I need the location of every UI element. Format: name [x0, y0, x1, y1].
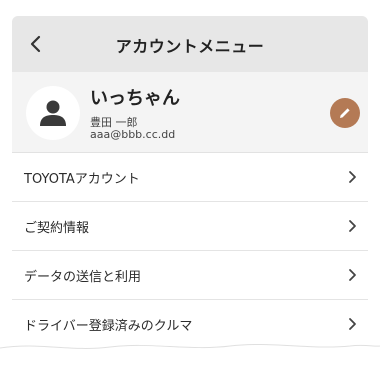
chevron-right-icon	[349, 318, 356, 330]
torn-edge-divider	[0, 343, 380, 372]
account-menu-screen: アカウントメニュー いっちゃん 豊田 一郎 aaa@bbb.cc.dd TOYO…	[12, 16, 368, 370]
profile-nickname: いっちゃん	[90, 88, 180, 109]
menu-item-label: ドライバー登録済みのクルマ	[24, 319, 193, 334]
page-title: アカウントメニュー	[115, 37, 265, 56]
menu-item-toyota-account[interactable]: TOYOTAアカウント	[12, 153, 368, 202]
menu-item-label: TOYOTAアカウント	[24, 172, 140, 187]
account-menu-list: TOYOTAアカウント ご契約情報 データの送信と利用 ドライバー登録済みのクル…	[12, 153, 368, 349]
pencil-icon	[340, 108, 350, 118]
menu-item-contract-info[interactable]: ご契約情報	[12, 202, 368, 251]
edit-profile-button[interactable]	[330, 98, 360, 128]
profile-email: aaa@bbb.cc.dd	[90, 128, 176, 141]
chevron-right-icon	[349, 269, 356, 281]
header-bar: アカウントメニュー	[12, 16, 368, 72]
chevron-right-icon	[349, 171, 356, 183]
profile-card: いっちゃん 豊田 一郎 aaa@bbb.cc.dd	[12, 72, 368, 153]
chevron-right-icon	[349, 220, 356, 232]
menu-item-data-usage[interactable]: データの送信と利用	[12, 251, 368, 300]
avatar	[26, 86, 80, 140]
menu-item-label: ご契約情報	[24, 221, 90, 236]
menu-item-label: データの送信と利用	[24, 270, 142, 285]
person-icon	[40, 100, 66, 126]
